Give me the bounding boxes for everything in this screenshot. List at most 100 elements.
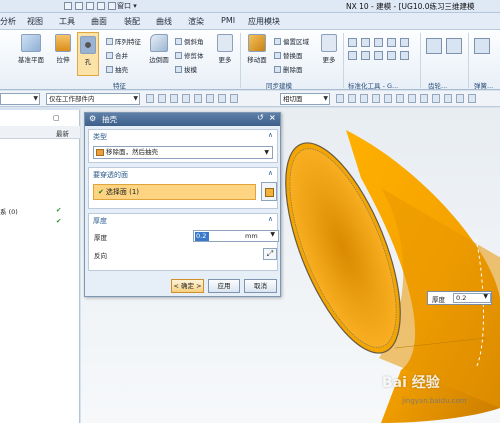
menu-application[interactable]: 应用模块 <box>248 16 280 27</box>
type-section-header[interactable]: 类型 <box>93 132 107 142</box>
cancel-button[interactable]: 取消 <box>244 279 277 293</box>
close-icon[interactable]: ▢ <box>53 114 60 122</box>
undo-icon[interactable] <box>75 2 83 10</box>
rivet-tool-icon[interactable] <box>400 51 409 60</box>
hide-icon[interactable] <box>360 94 368 103</box>
selection-scope-combo[interactable]: 仅在工作部件内 ▼ <box>46 93 140 105</box>
pin-tool-icon[interactable] <box>400 38 409 47</box>
move-face-button[interactable]: 移动面 <box>244 34 270 64</box>
more-feature-button[interactable]: 更多 <box>214 34 236 64</box>
tree-row-label: 系 (0) <box>0 208 18 216</box>
more-icon <box>217 34 233 52</box>
thickness-onscreen-input[interactable]: 厚度 0.2 ▼ <box>427 291 492 305</box>
menu-analysis[interactable]: 分析 <box>0 16 16 27</box>
replace-face-button[interactable]: 替换面 <box>274 50 303 60</box>
invert-selection-icon[interactable] <box>348 94 356 103</box>
cut-icon[interactable] <box>97 2 105 10</box>
faces-section: 要穿透的面 ∧ ✔ 选择面 (1) <box>88 167 278 209</box>
chevron-up-icon[interactable]: ∧ <box>268 131 273 139</box>
trim-body-icon <box>175 51 182 59</box>
thickness-value[interactable]: 0.2 <box>195 232 209 241</box>
layer-icon[interactable] <box>396 94 404 103</box>
menu-view[interactable]: 视图 <box>27 16 43 27</box>
snap-face-icon[interactable] <box>218 94 226 103</box>
remove-face-shell-icon <box>96 149 104 156</box>
chevron-down-icon[interactable]: ▼ <box>483 293 488 300</box>
gear-icon[interactable]: ⚙ <box>89 114 96 123</box>
dialog-title-bar[interactable]: ⚙ 抽壳 ↺ × <box>85 113 280 126</box>
chevron-down-icon[interactable]: ▼ <box>270 231 275 238</box>
select-face-row[interactable]: ✔ 选择面 (1) <box>93 184 256 200</box>
pan-icon[interactable] <box>468 94 476 103</box>
unite-button[interactable]: 合并 <box>106 50 128 60</box>
group-gear-label: 齿轮... <box>428 82 448 90</box>
shaft-tool-icon[interactable] <box>374 51 383 60</box>
flip-direction-icon: ⤢ <box>266 249 274 258</box>
snap-midpoint-icon[interactable] <box>158 94 166 103</box>
menu-assembly[interactable]: 装配 <box>124 16 140 27</box>
snap-intersection-icon[interactable] <box>194 94 202 103</box>
spring-icon[interactable] <box>474 38 490 54</box>
reset-icon[interactable]: ↺ <box>257 113 264 122</box>
menu-tools[interactable]: 工具 <box>59 16 75 27</box>
menu-curve[interactable]: 曲线 <box>156 16 172 27</box>
bolt-tool-icon[interactable] <box>361 38 370 47</box>
wcs-icon[interactable] <box>408 94 416 103</box>
menu-surface[interactable]: 曲面 <box>91 16 107 27</box>
pattern-feature-button[interactable]: 阵列特征 <box>106 36 141 46</box>
snap-center-icon[interactable] <box>170 94 178 103</box>
offset-region-button[interactable]: 偏置区域 <box>274 36 309 46</box>
key-tool-icon[interactable] <box>387 51 396 60</box>
snap-point-icon[interactable] <box>206 94 214 103</box>
render-style-icon[interactable] <box>420 94 428 103</box>
draft-button[interactable]: 拔模 <box>175 64 197 74</box>
select-all-icon[interactable] <box>336 94 344 103</box>
faces-section-header[interactable]: 要穿透的面 <box>93 170 128 180</box>
ok-button[interactable]: < 确定 > <box>171 279 204 293</box>
show-icon[interactable] <box>372 94 380 103</box>
face-selector-button[interactable] <box>261 182 277 201</box>
more-sync-button[interactable]: 更多 <box>318 34 340 64</box>
spring-tool-icon[interactable] <box>348 51 357 60</box>
trim-body-button[interactable]: 修剪体 <box>175 50 204 60</box>
washer-tool-icon[interactable] <box>387 38 396 47</box>
snap-curve-icon[interactable] <box>230 94 238 103</box>
edge-blend-button[interactable]: 边倒圆 <box>146 34 172 64</box>
menu-pmi[interactable]: PMI <box>221 16 235 25</box>
gear-icon[interactable] <box>426 38 442 54</box>
snap-endpoint-icon[interactable] <box>146 94 154 103</box>
apply-button[interactable]: 应用 <box>208 279 240 293</box>
thickness-input[interactable]: 0.2 mm ▼ <box>193 230 279 242</box>
gear-pair-icon[interactable] <box>446 38 462 54</box>
replace-face-label: 替换面 <box>283 52 303 60</box>
copy-icon[interactable] <box>108 2 116 10</box>
fit-icon[interactable] <box>444 94 452 103</box>
close-icon[interactable]: × <box>269 113 276 122</box>
chevron-up-icon[interactable]: ∧ <box>268 169 273 177</box>
thickness-section-header[interactable]: 厚度 <box>93 216 107 226</box>
extrude-button[interactable]: 拉伸 <box>52 34 74 64</box>
type-filter-combo[interactable]: ▼ <box>0 93 40 105</box>
face-rule-combo[interactable]: 相切面 ▼ <box>280 93 330 105</box>
reverse-direction-button[interactable]: ⤢ <box>263 248 277 260</box>
snap-quadrant-icon[interactable] <box>182 94 190 103</box>
gear-tool-icon[interactable] <box>348 38 357 47</box>
delete-face-button[interactable]: 删除面 <box>274 64 303 74</box>
nut-tool-icon[interactable] <box>374 38 383 47</box>
tree-row[interactable]: 系 (0) ✔ <box>0 206 80 216</box>
chamfer-button[interactable]: 倒斜角 <box>175 36 204 46</box>
chevron-up-icon[interactable]: ∧ <box>268 215 273 223</box>
save-icon[interactable] <box>64 2 72 10</box>
menu-render[interactable]: 渲染 <box>188 16 204 27</box>
clip-icon[interactable] <box>384 94 392 103</box>
redo-icon[interactable] <box>86 2 94 10</box>
shell-button[interactable]: 抽壳 <box>106 64 128 74</box>
view-orient-icon[interactable] <box>432 94 440 103</box>
bearing-tool-icon[interactable] <box>361 51 370 60</box>
zoom-icon[interactable] <box>456 94 464 103</box>
hole-button[interactable]: 孔 <box>77 32 99 76</box>
window-menu[interactable]: 窗口 ▾ <box>117 1 137 11</box>
shell-type-select[interactable]: 移除面，然后抽壳 ▼ <box>93 146 273 159</box>
column-latest[interactable]: 最新 <box>56 128 69 138</box>
datum-plane-button[interactable]: 基准平面 <box>16 34 46 64</box>
